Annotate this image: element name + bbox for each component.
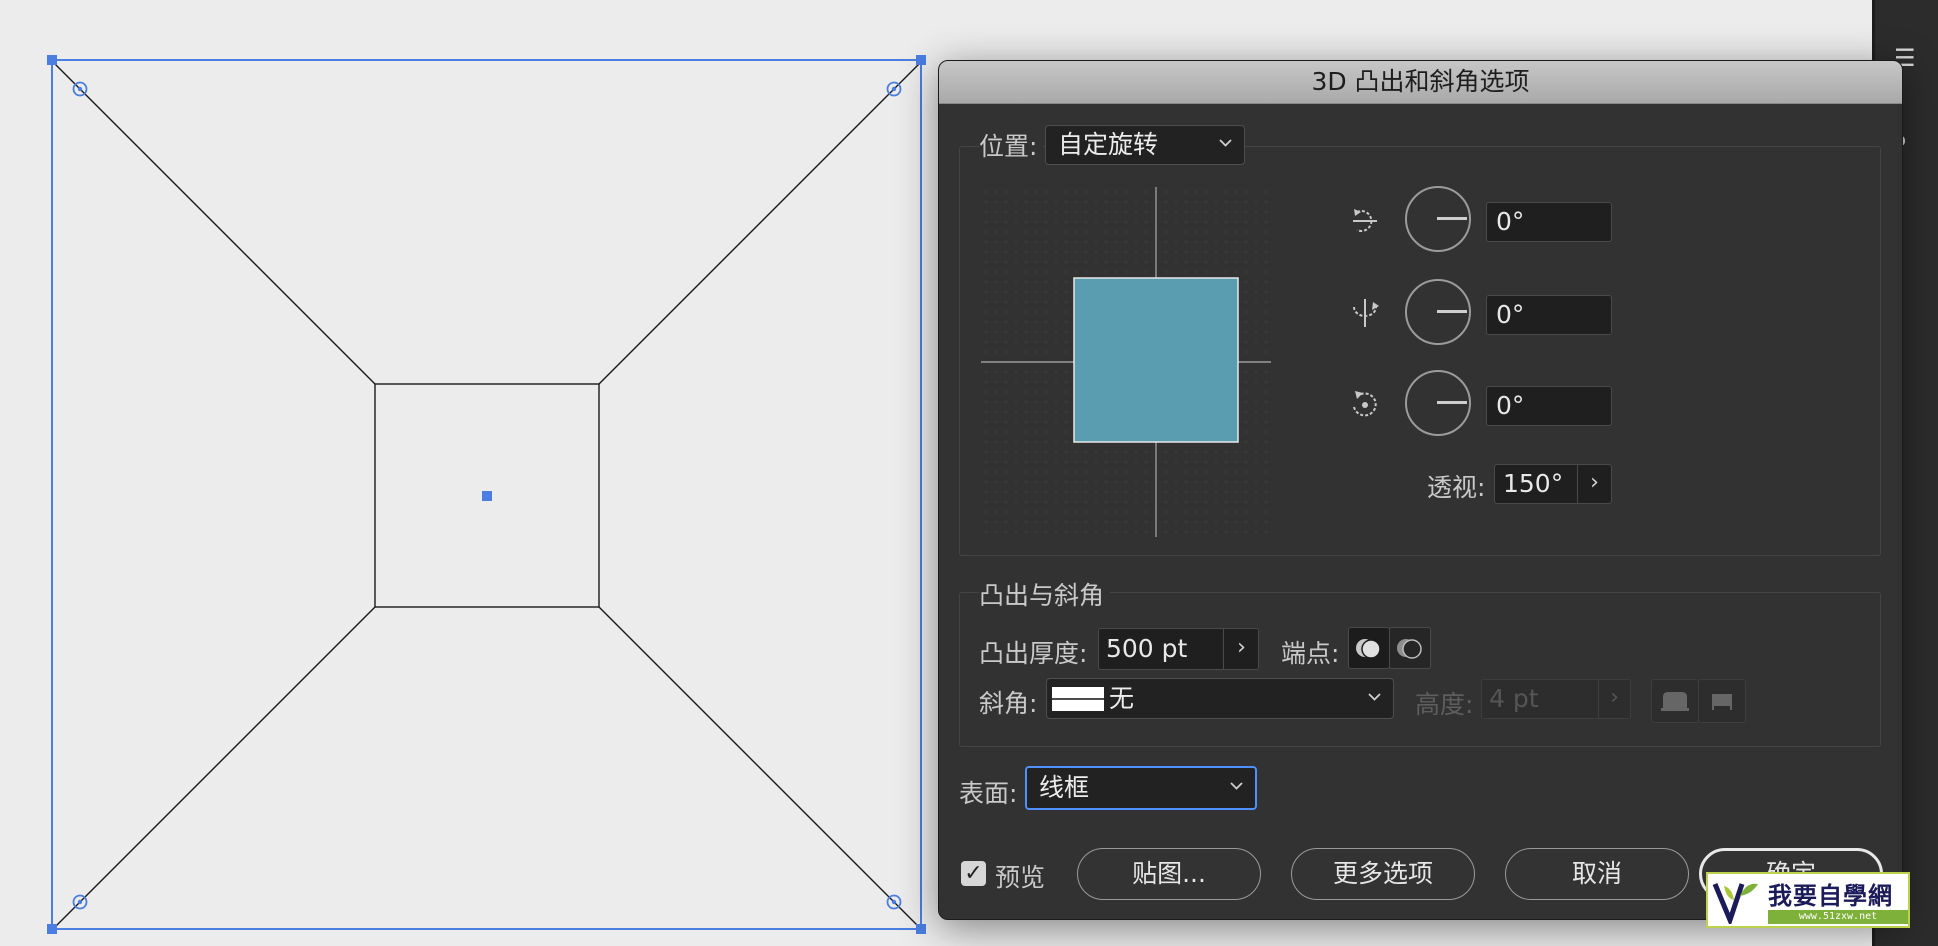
position-select[interactable]: 自定旋转: [1045, 125, 1245, 165]
bevel-in-icon: [1712, 694, 1732, 710]
cap-on-button[interactable]: [1348, 627, 1390, 669]
watermark-url: www.51zxw.net: [1768, 910, 1908, 924]
rotate-y-dial[interactable]: [1405, 279, 1471, 345]
bbox-handle[interactable]: [916, 924, 926, 934]
bbox-handle[interactable]: [47, 924, 57, 934]
watermark-logo-icon: [1712, 883, 1758, 924]
rotate-z-dial[interactable]: [1405, 370, 1471, 436]
site-watermark: 我要自學網 www.51zxw.net: [1706, 872, 1910, 928]
chevron-down-icon: [1230, 782, 1243, 790]
bevel-in-button[interactable]: [1698, 679, 1746, 723]
chevron-down-icon: [1368, 692, 1381, 701]
extrude-bevel-dialog: 3D 凸出和斜角选项 位置: 自定旋转 0° 0° 0° 透视: 150° › …: [938, 60, 1903, 920]
cap-off-button[interactable]: [1389, 627, 1431, 669]
rotate-z-input[interactable]: 0°: [1486, 386, 1612, 426]
bbox-handle[interactable]: [916, 55, 926, 65]
bbox-handle[interactable]: [47, 55, 57, 65]
rotate-x-input[interactable]: 0°: [1486, 202, 1612, 242]
bevel-select-value: 无: [1109, 684, 1135, 713]
perspective-stepper-button[interactable]: ›: [1577, 465, 1611, 503]
bevel-height-label: 高度:: [1415, 690, 1474, 719]
extrude-section-label: 凸出与斜角: [979, 576, 1111, 612]
bevel-height-value: 4 pt: [1489, 684, 1539, 713]
bevel-label: 斜角:: [979, 689, 1038, 718]
extrude-depth-label: 凸出厚度:: [979, 639, 1088, 668]
bevel-out-button[interactable]: [1651, 679, 1699, 723]
position-select-value: 自定旋转: [1058, 130, 1159, 159]
chevron-down-icon: [1219, 139, 1232, 147]
cap-on-icon: [1356, 639, 1381, 659]
watermark-text: 我要自學網: [1768, 881, 1893, 910]
extrude-depth-input[interactable]: 500 pt ›: [1098, 628, 1259, 670]
bevel-preview-icon: [1052, 687, 1104, 711]
preview-checkbox[interactable]: ✓: [961, 861, 986, 886]
dialog-title: 3D 凸出和斜角选项: [939, 61, 1902, 104]
rotate-x-dial[interactable]: [1405, 186, 1471, 252]
cancel-button[interactable]: 取消: [1505, 848, 1689, 900]
rotate-z-axis-icon: [1353, 391, 1377, 417]
bevel-select[interactable]: 无: [1046, 678, 1394, 719]
map-art-button[interactable]: 贴图...: [1077, 848, 1261, 900]
perspective-input[interactable]: 150° ›: [1494, 464, 1612, 504]
preview-label: 预览: [995, 863, 1046, 892]
bevel-out-icon: [1661, 692, 1689, 711]
perspective-value: 150°: [1503, 469, 1564, 498]
position-label: 位置:: [979, 127, 1044, 163]
bevel-height-stepper-button[interactable]: ›: [1598, 680, 1630, 718]
extrude-depth-stepper-button[interactable]: ›: [1223, 629, 1259, 669]
rotate-y-input[interactable]: 0°: [1486, 295, 1612, 335]
perspective-label: 透视:: [1427, 473, 1486, 502]
bevel-height-input[interactable]: 4 pt ›: [1481, 679, 1631, 719]
surface-label: 表面:: [959, 779, 1018, 808]
cube-front-face[interactable]: [1073, 277, 1239, 443]
rotate-y-axis-icon: [1353, 299, 1379, 327]
workspace: ☰ ● 3D 凸出和斜角选项 位置: 自定旋转 0°: [0, 0, 1938, 946]
rotate-x-axis-icon: [1353, 209, 1377, 232]
extrude-depth-value: 500 pt: [1106, 634, 1188, 663]
rotation-track-cube[interactable]: [981, 187, 1271, 537]
cap-off-icon: [1397, 639, 1422, 659]
more-options-button[interactable]: 更多选项: [1291, 848, 1475, 900]
center-point: [482, 491, 492, 501]
cap-label: 端点:: [1281, 639, 1340, 668]
surface-select-value: 线框: [1039, 773, 1090, 802]
surface-select[interactable]: 线框: [1025, 766, 1257, 810]
